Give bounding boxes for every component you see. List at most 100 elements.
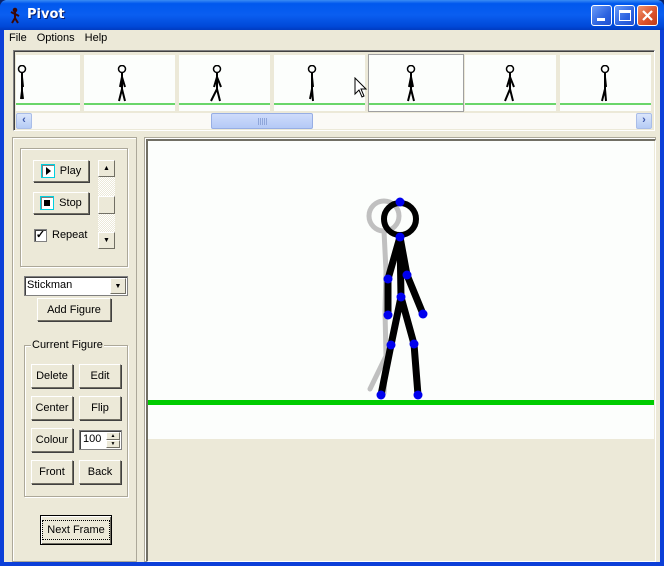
flip-label: Flip (91, 402, 109, 414)
timeline-frame[interactable] (84, 55, 175, 111)
joint-handle[interactable] (395, 232, 405, 242)
edit-button[interactable]: Edit (79, 364, 121, 388)
arrow-up-icon: ▲ (103, 165, 110, 172)
size-down-button[interactable]: ▼ (106, 440, 120, 448)
speed-thumb[interactable] (98, 196, 115, 214)
joint-handle[interactable] (386, 340, 396, 350)
checkmark-icon: ✓ (35, 229, 46, 241)
joint-handle[interactable] (376, 390, 386, 400)
joint-handle[interactable] (402, 270, 412, 280)
stage-svg (366, 197, 428, 400)
frame-stickman-thumbnail (117, 65, 127, 102)
front-button[interactable]: Front (31, 460, 73, 484)
window-title: Pivot (27, 7, 65, 22)
close-icon (642, 10, 653, 21)
stop-label: Stop (59, 197, 82, 209)
frame-stickman-thumbnail (600, 65, 610, 102)
stage-ground-line (148, 400, 654, 405)
arrow-down-icon: ▼ (103, 237, 110, 244)
frame-ground-line (274, 103, 365, 105)
menu-options[interactable]: Options (32, 30, 80, 44)
timeline-frame[interactable] (274, 55, 365, 111)
stop-button[interactable]: Stop (33, 192, 89, 214)
repeat-label: Repeat (52, 229, 88, 241)
timeline-frame[interactable] (368, 54, 464, 112)
arrow-down-icon: ▼ (110, 441, 116, 447)
timeline-frame[interactable] (465, 55, 556, 111)
frame-strip (16, 53, 654, 113)
next-frame-button[interactable]: Next Frame (40, 515, 112, 545)
menu-help[interactable]: Help (80, 30, 113, 44)
title-bar[interactable]: Pivot (0, 0, 664, 30)
frame-timeline: ‹ › (13, 50, 655, 131)
current-figure-group: Current Figure Delete Edit Center Flip C… (24, 339, 128, 497)
close-button[interactable] (637, 5, 658, 26)
frame-ground-line (369, 103, 463, 105)
figure-type-value: Stickman (27, 279, 73, 291)
play-icon (40, 164, 55, 178)
menu-bar: File Options Help (4, 30, 660, 48)
grip-icon (258, 118, 267, 125)
menu-file[interactable]: File (4, 30, 32, 44)
timeline-frame[interactable] (16, 55, 80, 111)
dropdown-button[interactable]: ▼ (110, 278, 126, 294)
edit-label: Edit (90, 370, 110, 382)
stop-icon (40, 196, 55, 210)
speed-scrollbar[interactable]: ▲ ▼ (98, 160, 115, 249)
stage-border (146, 139, 656, 562)
animation-canvas[interactable] (148, 141, 654, 439)
joint-handle[interactable] (383, 274, 393, 284)
frame-stickman-thumbnail (17, 65, 27, 100)
front-label: Front (39, 466, 65, 478)
size-spinner[interactable]: 100 ▲ ▼ (79, 430, 122, 450)
timeline-frame[interactable] (560, 55, 651, 111)
back-button[interactable]: Back (79, 460, 121, 484)
frame-ground-line (84, 103, 175, 105)
minimize-button[interactable] (591, 5, 612, 26)
play-button[interactable]: Play (33, 160, 89, 182)
stage-panel (144, 137, 656, 562)
scroll-thumb[interactable] (211, 113, 313, 129)
frame-ground-line (465, 103, 556, 105)
chevron-left-icon: ‹ (22, 114, 26, 126)
figure-type-select[interactable]: Stickman ▼ (24, 276, 128, 296)
add-figure-button[interactable]: Add Figure (37, 298, 111, 321)
chevron-right-icon: › (642, 114, 646, 126)
scroll-left-button[interactable]: ‹ (16, 113, 32, 129)
joint-handle[interactable] (395, 197, 405, 207)
scroll-right-button[interactable]: › (636, 113, 652, 129)
pivot-window: Pivot File Options Help ‹ › Play Stop ✓ … (0, 0, 664, 566)
delete-label: Delete (36, 370, 68, 382)
joint-handle[interactable] (413, 390, 423, 400)
joint-handle[interactable] (409, 339, 419, 349)
frame-stickman-thumbnail (210, 65, 222, 102)
joint-handle[interactable] (418, 309, 428, 319)
timeline-scrollbar[interactable]: ‹ › (16, 113, 652, 129)
speed-down-button[interactable]: ▼ (98, 232, 115, 249)
flip-button[interactable]: Flip (79, 396, 121, 420)
arrow-up-icon: ▲ (110, 433, 116, 439)
frame-ground-line (16, 103, 80, 105)
size-up-button[interactable]: ▲ (106, 432, 120, 440)
center-button[interactable]: Center (31, 396, 73, 420)
next-frame-label: Next Frame (42, 520, 110, 540)
delete-button[interactable]: Delete (31, 364, 73, 388)
frame-stickman-thumbnail (307, 65, 317, 102)
joint-handle[interactable] (383, 310, 393, 320)
left-panel: Play Stop ✓ Repeat ▲ ▼ Stickman ▼ Add Fi… (12, 137, 137, 562)
repeat-checkbox[interactable]: ✓ (34, 229, 47, 242)
colour-label: Colour (35, 434, 69, 446)
joint-handle[interactable] (396, 292, 406, 302)
frame-stickman-thumbnail (406, 65, 416, 102)
playback-group: Play Stop ✓ Repeat ▲ ▼ (20, 148, 128, 267)
add-figure-label: Add Figure (47, 303, 101, 316)
speed-up-button[interactable]: ▲ (98, 160, 115, 177)
timeline-frame[interactable] (179, 55, 270, 111)
maximize-icon (619, 10, 631, 21)
play-label: Play (59, 165, 82, 177)
maximize-button[interactable] (614, 5, 635, 26)
colour-button[interactable]: Colour (31, 428, 73, 452)
chevron-down-icon: ▼ (114, 282, 122, 290)
mouse-cursor-icon (354, 77, 368, 98)
back-label: Back (87, 466, 113, 478)
